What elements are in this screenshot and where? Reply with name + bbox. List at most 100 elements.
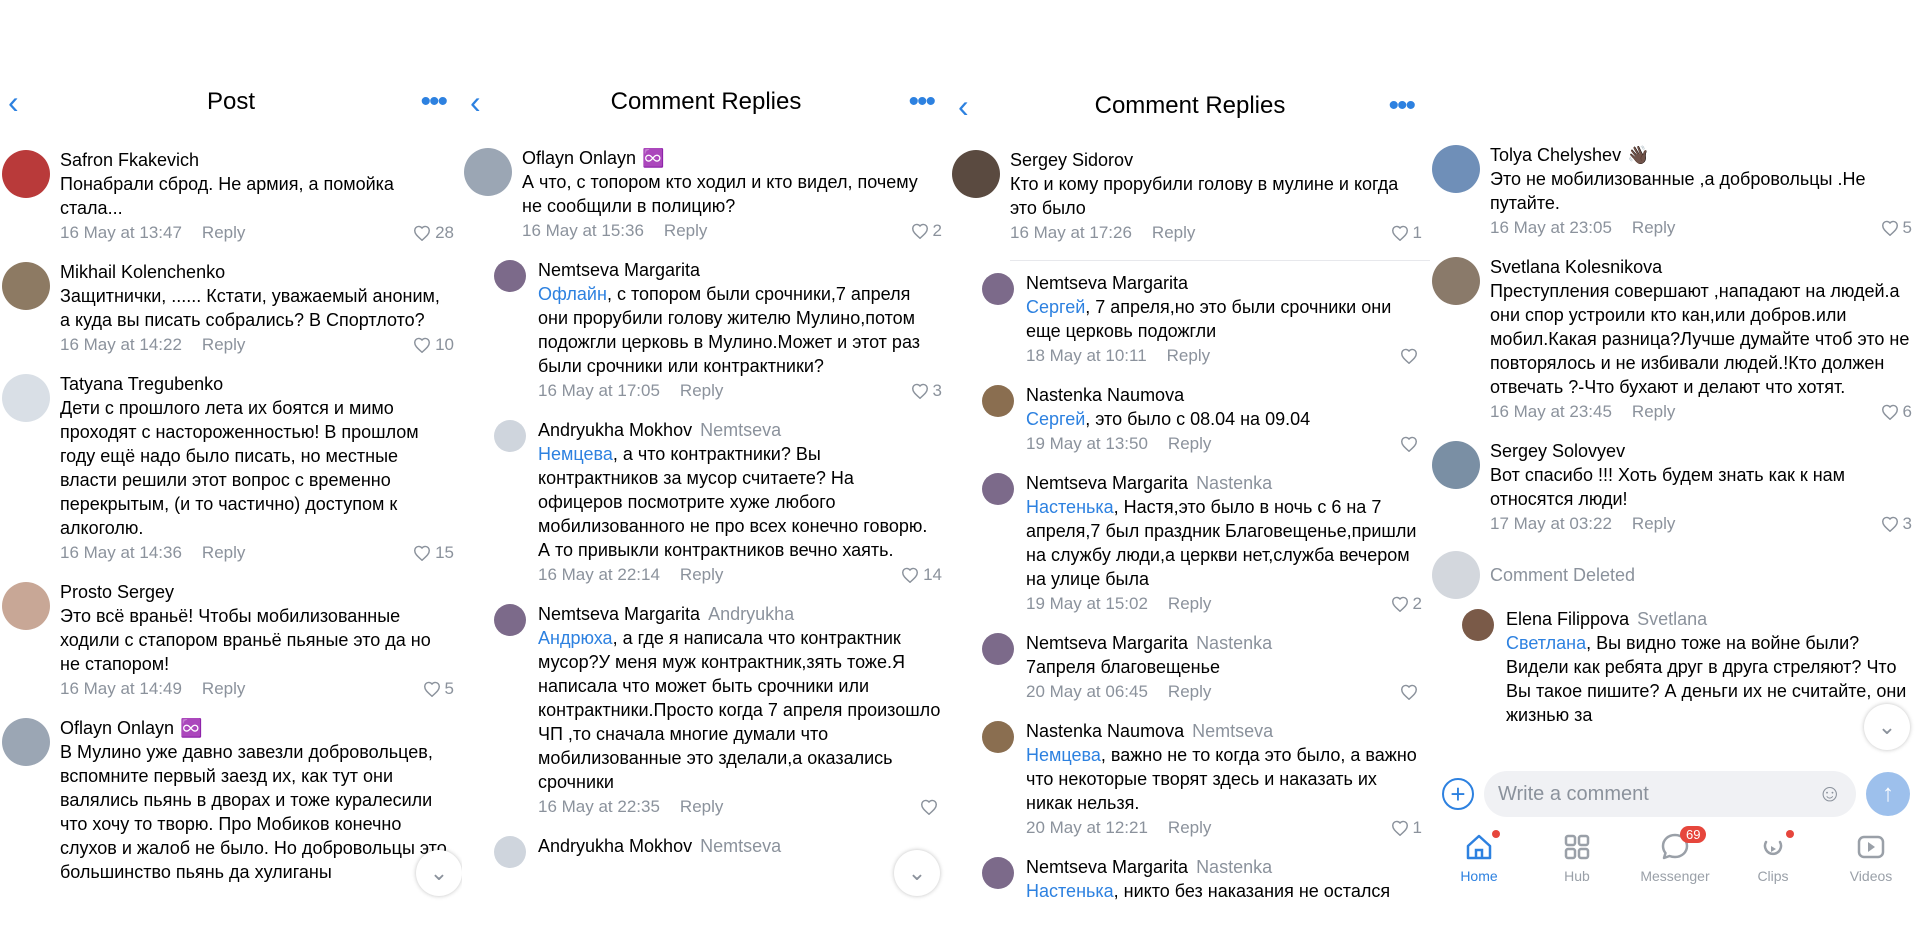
avatar[interactable] xyxy=(982,385,1014,417)
reply-button[interactable]: Reply xyxy=(202,540,245,566)
avatar[interactable] xyxy=(494,420,526,452)
like-button[interactable]: 1 xyxy=(1391,815,1422,841)
mention-link[interactable]: Настенька xyxy=(1026,881,1114,901)
like-button[interactable]: 2 xyxy=(911,218,942,244)
author-name[interactable]: Andryukha Mokhov xyxy=(538,836,692,856)
reply-button[interactable]: Reply xyxy=(1168,679,1211,705)
back-icon[interactable]: ‹ xyxy=(958,90,969,122)
like-button[interactable]: 6 xyxy=(1881,399,1912,425)
reply-button[interactable]: Reply xyxy=(202,220,245,246)
reply-button[interactable]: Reply xyxy=(1168,815,1211,841)
reply-to-name[interactable]: Nemtseva xyxy=(1192,721,1273,741)
more-icon[interactable]: ••• xyxy=(1388,91,1415,121)
avatar[interactable] xyxy=(1432,145,1480,193)
avatar[interactable] xyxy=(464,148,512,196)
back-icon[interactable]: ‹ xyxy=(8,86,19,118)
author-name[interactable]: Sergey Sidorov xyxy=(1010,150,1133,170)
tab-messenger[interactable]: 69 Messenger xyxy=(1630,826,1720,884)
tab-hub[interactable]: Hub xyxy=(1532,830,1622,884)
like-button[interactable] xyxy=(920,799,942,815)
mention-link[interactable]: Светлана xyxy=(1506,633,1586,653)
like-button[interactable]: 5 xyxy=(1881,215,1912,241)
author-name[interactable]: Nemtseva Margarita xyxy=(1026,857,1188,877)
avatar[interactable] xyxy=(494,836,526,868)
author-name[interactable]: Tatyana Tregubenko xyxy=(60,374,223,394)
author-name[interactable]: Sergey Solovyev xyxy=(1490,441,1625,461)
reply-button[interactable]: Reply xyxy=(1632,215,1675,241)
avatar[interactable] xyxy=(982,721,1014,753)
comment-input[interactable]: Write a comment ☺ xyxy=(1484,771,1856,817)
author-name[interactable]: Tolya Chelyshev xyxy=(1490,145,1621,165)
reply-to-name[interactable]: Nemtseva xyxy=(700,836,781,856)
author-name[interactable]: Safron Fkakevich xyxy=(60,150,199,170)
reply-button[interactable]: Reply xyxy=(680,378,723,404)
reply-button[interactable]: Reply xyxy=(202,676,245,702)
mention-link[interactable]: Немцева xyxy=(1026,745,1101,765)
author-name[interactable]: Oflayn Onlayn xyxy=(60,718,174,738)
scroll-down-button[interactable]: ⌄ xyxy=(1864,704,1910,750)
more-icon[interactable]: ••• xyxy=(420,87,447,117)
author-name[interactable]: Mikhail Kolenchenko xyxy=(60,262,225,282)
avatar[interactable] xyxy=(2,582,50,630)
author-name[interactable]: Nemtseva Margarita xyxy=(538,260,700,280)
avatar[interactable] xyxy=(1432,257,1480,305)
avatar[interactable] xyxy=(982,633,1014,665)
avatar[interactable] xyxy=(1462,609,1494,641)
reply-button[interactable]: Reply xyxy=(680,562,723,588)
reply-to-name[interactable]: Nastenka xyxy=(1196,857,1272,877)
like-button[interactable] xyxy=(1400,684,1422,700)
reply-button[interactable]: Reply xyxy=(1632,511,1675,537)
mention-link[interactable]: Немцева xyxy=(538,444,613,464)
mention-link[interactable]: Настенька xyxy=(1026,497,1114,517)
avatar[interactable] xyxy=(494,604,526,636)
reply-button[interactable]: Reply xyxy=(202,332,245,358)
reply-button[interactable]: Reply xyxy=(1168,431,1211,457)
back-icon[interactable]: ‹ xyxy=(470,86,481,118)
reply-to-name[interactable]: Andryukha xyxy=(708,604,794,624)
author-name[interactable]: Nemtseva Margarita xyxy=(1026,273,1188,293)
reply-button[interactable]: Reply xyxy=(680,794,723,820)
mention-link[interactable]: Андрюха xyxy=(538,628,613,648)
reply-button[interactable]: Reply xyxy=(1152,220,1195,246)
like-button[interactable]: 1 xyxy=(1391,220,1422,246)
tab-videos[interactable]: Videos xyxy=(1826,830,1916,884)
like-button[interactable] xyxy=(1400,436,1422,452)
like-button[interactable]: 28 xyxy=(413,220,454,246)
author-name[interactable]: Prosto Sergey xyxy=(60,582,174,602)
avatar[interactable] xyxy=(982,273,1014,305)
avatar[interactable] xyxy=(2,718,50,766)
add-attachment-button[interactable]: + xyxy=(1442,778,1474,810)
avatar[interactable] xyxy=(2,150,50,198)
reply-to-name[interactable]: Nastenka xyxy=(1196,633,1272,653)
reply-button[interactable]: Reply xyxy=(1168,591,1211,617)
like-button[interactable]: 2 xyxy=(1391,591,1422,617)
more-icon[interactable]: ••• xyxy=(908,87,935,117)
emoji-icon[interactable]: ☺ xyxy=(1817,780,1842,808)
like-button[interactable]: 5 xyxy=(423,676,454,702)
avatar[interactable] xyxy=(952,150,1000,198)
mention-link[interactable]: Сергей xyxy=(1026,409,1085,429)
mention-link[interactable]: Сергей xyxy=(1026,297,1085,317)
avatar[interactable] xyxy=(2,262,50,310)
reply-to-name[interactable]: Svetlana xyxy=(1637,609,1707,629)
author-name[interactable]: Nemtseva Margarita xyxy=(538,604,700,624)
scroll-down-button[interactable]: ⌄ xyxy=(416,850,462,896)
tab-clips[interactable]: Clips xyxy=(1728,830,1818,884)
reply-button[interactable]: Reply xyxy=(1632,399,1675,425)
like-button[interactable]: 10 xyxy=(413,332,454,358)
avatar[interactable] xyxy=(1432,441,1480,489)
reply-to-name[interactable]: Nastenka xyxy=(1196,473,1272,493)
avatar[interactable] xyxy=(2,374,50,422)
like-button[interactable]: 15 xyxy=(413,540,454,566)
author-name[interactable]: Andryukha Mokhov xyxy=(538,420,692,440)
author-name[interactable]: Elena Filippova xyxy=(1506,609,1629,629)
send-button[interactable]: ↑ xyxy=(1866,772,1910,816)
avatar[interactable] xyxy=(982,473,1014,505)
like-button[interactable]: 3 xyxy=(911,378,942,404)
reply-button[interactable]: Reply xyxy=(664,218,707,244)
author-name[interactable]: Svetlana Kolesnikova xyxy=(1490,257,1662,277)
avatar[interactable] xyxy=(494,260,526,292)
author-name[interactable]: Nastenka Naumova xyxy=(1026,385,1184,405)
author-name[interactable]: Nemtseva Margarita xyxy=(1026,473,1188,493)
author-name[interactable]: Nemtseva Margarita xyxy=(1026,633,1188,653)
